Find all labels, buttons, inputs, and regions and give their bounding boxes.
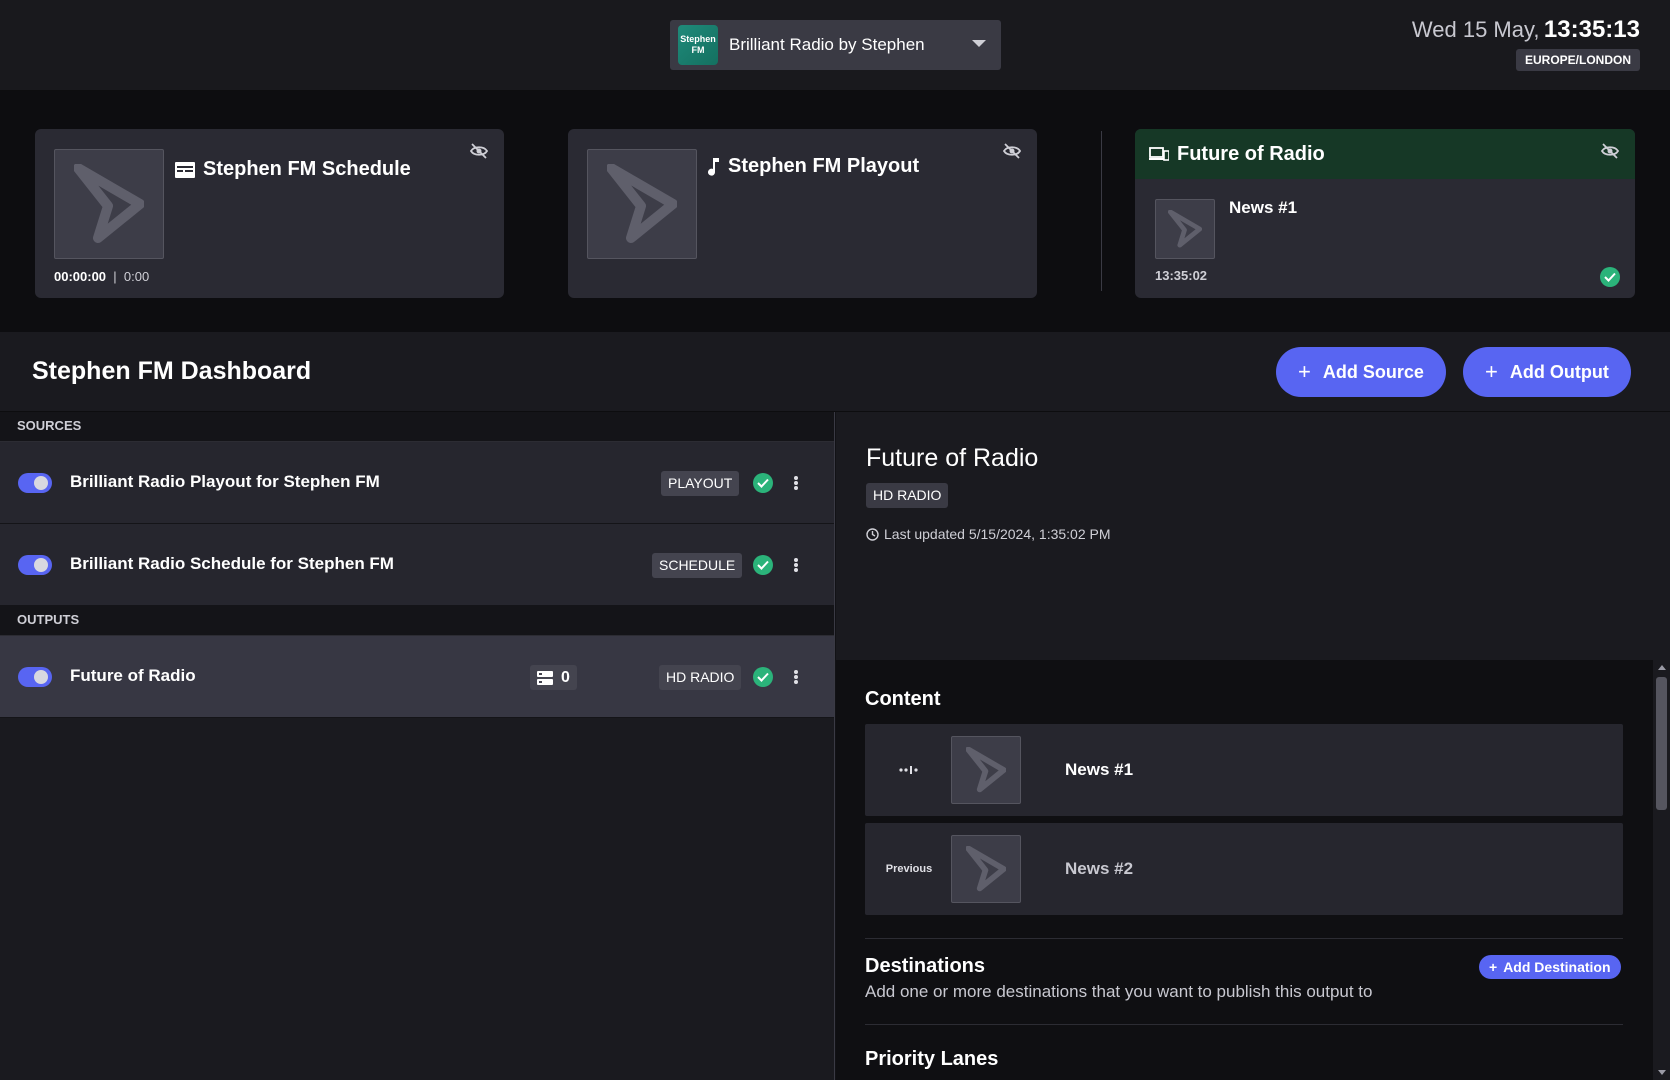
source-type-tag: PLAYOUT <box>661 471 740 496</box>
scrollbar[interactable] <box>1653 660 1670 1080</box>
dashboard-bar: Stephen FM Dashboard + Add Source + Add … <box>0 332 1670 412</box>
clock-icon <box>866 527 879 541</box>
output-label: Future of Radio <box>70 666 196 685</box>
content-state: Previous <box>885 863 933 875</box>
now-playing-indicator <box>865 724 953 816</box>
schedule-card[interactable]: Stephen FM Schedule 00:00:00 | 0:00 <box>35 129 504 298</box>
detail-type-tag: HD RADIO <box>866 483 949 508</box>
enable-toggle[interactable] <box>18 555 52 575</box>
artwork-placeholder <box>54 149 164 259</box>
content-item[interactable]: News #1 <box>865 724 1623 816</box>
more-vert-icon[interactable] <box>792 667 800 687</box>
divider <box>865 938 1623 939</box>
outputs-heading: OUTPUTS <box>0 606 834 636</box>
last-updated: Last updated 5/15/2024, 1:35:02 PM <box>866 526 1111 542</box>
eye-off-icon[interactable] <box>1601 143 1619 159</box>
output-card-item: News #1 <box>1229 198 1298 217</box>
output-card-time: 13:35:02 <box>1155 268 1208 283</box>
destination-count-badge: 0 <box>530 665 577 690</box>
plus-icon: + <box>1485 359 1498 384</box>
timezone-badge: EUROPE/LONDON <box>1515 49 1640 71</box>
enable-toggle[interactable] <box>18 473 52 493</box>
source-label: Brilliant Radio Schedule for Stephen FM <box>70 554 394 573</box>
station-name: Brilliant Radio by Stephen <box>729 35 925 54</box>
now-playing-strip: Stephen FM Schedule 00:00:00 | 0:00 Step… <box>0 91 1670 332</box>
eye-off-icon[interactable] <box>1003 143 1021 159</box>
divider <box>1101 131 1102 291</box>
schedule-card-time: 00:00:00 | 0:00 <box>54 269 150 284</box>
station-selector[interactable]: Stephen FM Brilliant Radio by Stephen <box>670 20 1001 70</box>
source-row[interactable]: Brilliant Radio Schedule for Stephen FM … <box>0 524 834 606</box>
check-circle-icon <box>753 473 773 493</box>
play-logo-icon <box>74 164 144 243</box>
check-circle-icon <box>1600 267 1620 287</box>
audio-wave-icon <box>899 766 918 774</box>
content-item[interactable]: Previous News #2 <box>865 823 1623 915</box>
artwork-placeholder <box>951 835 1021 903</box>
eye-off-icon[interactable] <box>470 143 488 159</box>
music-note-icon <box>708 157 719 176</box>
scrollbar-thumb[interactable] <box>1656 677 1667 810</box>
check-circle-icon <box>753 667 773 687</box>
sources-heading: SOURCES <box>0 412 834 442</box>
schedule-icon <box>175 161 195 178</box>
storage-icon <box>537 670 553 685</box>
plus-icon: + <box>1489 959 1498 975</box>
content-label: News #1 <box>1065 760 1134 779</box>
clock: Wed 15 May, 13:35:13 EUROPE/LONDON <box>1412 16 1640 71</box>
output-type-tag: HD RADIO <box>659 665 742 690</box>
content-label: News #2 <box>1065 859 1134 878</box>
output-detail-header: Future of Radio HD RADIO Last updated 5/… <box>836 412 1670 660</box>
play-logo-icon <box>966 747 1006 793</box>
source-row[interactable]: Brilliant Radio Playout for Stephen FM P… <box>0 442 834 524</box>
output-card[interactable]: Future of Radio News #1 13:35:02 <box>1135 129 1635 298</box>
source-type-tag: SCHEDULE <box>652 553 743 578</box>
enable-toggle[interactable] <box>18 667 52 687</box>
add-destination-button[interactable]: + Add Destination <box>1479 955 1621 979</box>
chevron-down-icon[interactable] <box>972 40 986 47</box>
source-label: Brilliant Radio Playout for Stephen FM <box>70 472 380 491</box>
output-card-header: Future of Radio <box>1135 129 1635 179</box>
add-source-button[interactable]: + Add Source <box>1276 347 1446 397</box>
devices-icon <box>1149 147 1169 161</box>
scroll-down-icon[interactable] <box>1658 1070 1666 1075</box>
content-heading: Content <box>865 688 941 710</box>
schedule-card-title: Stephen FM Schedule <box>175 158 411 181</box>
sources-outputs-panel: SOURCES Brilliant Radio Playout for Step… <box>0 412 835 1080</box>
more-vert-icon[interactable] <box>792 555 800 575</box>
play-logo-icon <box>966 846 1006 892</box>
check-circle-icon <box>753 555 773 575</box>
divider <box>865 1024 1623 1025</box>
station-logo: Stephen FM <box>678 25 718 65</box>
clock-date: Wed 15 May, <box>1411 17 1540 42</box>
play-logo-icon <box>1168 210 1202 248</box>
playout-card[interactable]: Stephen FM Playout <box>568 129 1037 298</box>
destinations-heading: Destinations <box>865 955 986 977</box>
add-output-button[interactable]: + Add Output <box>1463 347 1631 397</box>
clock-time: 13:35:13 <box>1543 16 1640 43</box>
playout-card-title: Stephen FM Playout <box>708 155 919 178</box>
output-row[interactable]: Future of Radio 0 HD RADIO <box>0 636 834 718</box>
more-vert-icon[interactable] <box>792 473 800 493</box>
page-title: Stephen FM Dashboard <box>32 357 312 385</box>
output-detail-body: Content News #1 Previous News #2 Destina… <box>836 660 1670 1080</box>
artwork-placeholder <box>1155 199 1215 259</box>
detail-title: Future of Radio <box>866 444 1039 472</box>
artwork-placeholder <box>587 149 697 259</box>
plus-icon: + <box>1298 359 1311 384</box>
destinations-description: Add one or more destinations that you wa… <box>865 982 1373 1001</box>
priority-lanes-heading: Priority Lanes <box>865 1048 999 1070</box>
top-header: Stephen FM Brilliant Radio by Stephen We… <box>0 0 1670 91</box>
play-logo-icon <box>607 164 677 243</box>
scroll-up-icon[interactable] <box>1658 665 1666 670</box>
artwork-placeholder <box>951 736 1021 804</box>
